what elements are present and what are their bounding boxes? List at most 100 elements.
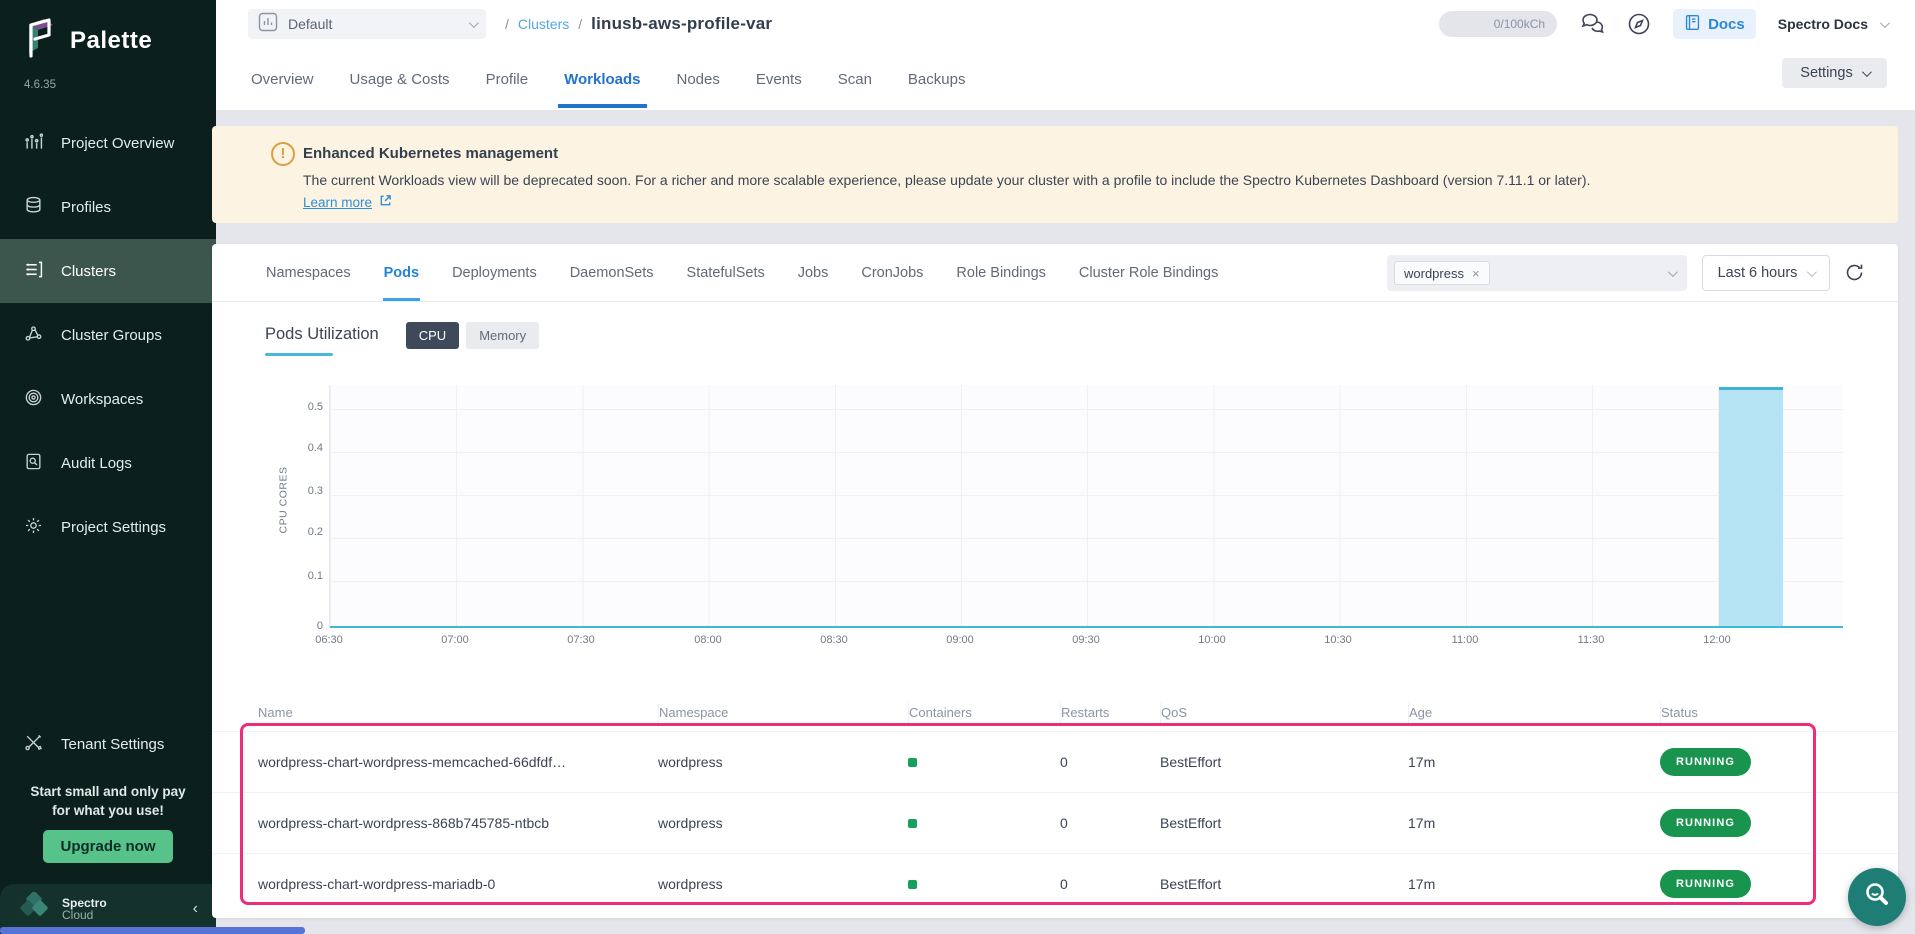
- chevron-down-icon: [1668, 267, 1678, 277]
- refresh-icon[interactable]: [1844, 262, 1865, 288]
- x-tick: 12:00: [1687, 634, 1747, 646]
- cluster-groups-icon: [24, 324, 43, 347]
- tools-icon: [24, 733, 43, 756]
- subtab-daemonsets[interactable]: DaemonSets: [569, 246, 655, 300]
- subtab-jobs[interactable]: Jobs: [797, 246, 830, 300]
- table-row-pod-mariadb[interactable]: wordpress-chart-wordpress-mariadb-0 word…: [212, 853, 1898, 914]
- status-badge-running: RUNNING: [1660, 809, 1751, 837]
- namespace-filter-select[interactable]: wordpress ×: [1387, 255, 1687, 291]
- cpu-utilization-chart[interactable]: [329, 385, 1843, 628]
- tab-overview[interactable]: Overview: [249, 51, 316, 108]
- subtab-statefulsets[interactable]: StatefulSets: [686, 246, 766, 300]
- time-range-value: Last 6 hours: [1718, 265, 1798, 281]
- chart-baseline-series: [330, 626, 1843, 628]
- tab-backups[interactable]: Backups: [906, 51, 968, 108]
- sidebar-collapse-chevron-icon[interactable]: ‹: [193, 900, 198, 918]
- tab-usage-costs[interactable]: Usage & Costs: [348, 51, 452, 108]
- memory-toggle-button[interactable]: Memory: [466, 322, 539, 349]
- tab-workloads[interactable]: Workloads: [562, 51, 642, 108]
- chevron-down-icon: [1807, 267, 1817, 277]
- settings-button[interactable]: Settings: [1782, 58, 1887, 88]
- x-tick: 11:30: [1561, 634, 1621, 646]
- workloads-card: Namespaces Pods Deployments DaemonSets S…: [212, 244, 1898, 918]
- col-header-qos: QoS: [1161, 705, 1187, 720]
- section-title: Pods Utilization: [265, 325, 379, 356]
- workspaces-icon: [24, 388, 43, 411]
- tab-profile[interactable]: Profile: [484, 51, 531, 108]
- subtab-role-bindings[interactable]: Role Bindings: [955, 246, 1046, 300]
- col-header-age: Age: [1409, 705, 1432, 720]
- spectro-cloud-wordmark: Spectro Cloud: [62, 897, 107, 921]
- sidebar-item-label: Audit Logs: [61, 455, 132, 472]
- workload-subtabs: Namespaces Pods Deployments DaemonSets S…: [212, 244, 1898, 302]
- table-row-pod-wordpress[interactable]: wordpress-chart-wordpress-868b745785-ntb…: [212, 792, 1898, 853]
- chart-spike-area: [1719, 387, 1783, 627]
- settings-button-label: Settings: [1800, 65, 1852, 81]
- x-tick: 08:30: [804, 634, 864, 646]
- pod-restarts: 0: [1060, 876, 1160, 892]
- sidebar-item-project-settings[interactable]: Project Settings: [0, 495, 216, 559]
- sidebar-item-clusters[interactable]: Clusters: [0, 239, 216, 303]
- table-row-pod-memcached[interactable]: wordpress-chart-wordpress-memcached-66df…: [212, 731, 1898, 792]
- sidebar-item-tenant-settings[interactable]: Tenant Settings: [0, 712, 216, 776]
- chat-bubbles-icon[interactable]: [1579, 12, 1605, 36]
- sidebar-item-profiles[interactable]: Profiles: [0, 175, 216, 239]
- tab-nodes[interactable]: Nodes: [675, 51, 722, 108]
- x-tick: 11:00: [1435, 634, 1495, 646]
- deprecation-banner: ! Enhanced Kubernetes management The cur…: [212, 126, 1898, 223]
- pod-namespace: wordpress: [658, 754, 908, 770]
- tab-events[interactable]: Events: [754, 51, 804, 108]
- magnifier-smile-icon: [1862, 880, 1892, 915]
- palette-app: Palette 4.6.35 Project Overview Profiles: [0, 0, 1915, 934]
- x-tick: 10:00: [1182, 634, 1242, 646]
- subtab-namespaces[interactable]: Namespaces: [265, 246, 352, 300]
- pod-restarts: 0: [1060, 754, 1160, 770]
- sidebar-item-project-overview[interactable]: Project Overview: [0, 111, 216, 175]
- pod-qos: BestEffort: [1160, 815, 1408, 831]
- breadcrumb: / Clusters / linusb-aws-profile-var: [505, 14, 772, 34]
- col-header-namespace: Namespace: [659, 705, 728, 720]
- filter-chip-wordpress: wordpress ×: [1394, 261, 1490, 285]
- status-badge-running: RUNNING: [1660, 748, 1751, 776]
- learn-more-label: Learn more: [303, 195, 372, 210]
- docs-menu-label: Spectro Docs: [1778, 16, 1868, 32]
- compass-icon[interactable]: [1627, 12, 1651, 36]
- pod-namespace: wordpress: [658, 815, 908, 831]
- brand-row: Palette: [0, 0, 216, 65]
- horizontal-scrollbar-thumb[interactable]: [0, 927, 305, 934]
- x-tick: 06:30: [299, 634, 359, 646]
- promo-text-line2: for what you use!: [0, 801, 216, 820]
- sidebar-item-workspaces[interactable]: Workspaces: [0, 367, 216, 431]
- sidebar-item-audit-logs[interactable]: Audit Logs: [0, 431, 216, 495]
- subtab-cronjobs[interactable]: CronJobs: [860, 246, 924, 300]
- sidebar-item-cluster-groups[interactable]: Cluster Groups: [0, 303, 216, 367]
- learn-more-link[interactable]: Learn more: [303, 194, 392, 210]
- subtab-pods[interactable]: Pods: [383, 246, 420, 300]
- chip-close-icon[interactable]: ×: [1472, 266, 1480, 281]
- sidebar-item-label: Clusters: [61, 263, 116, 280]
- time-range-dropdown[interactable]: Last 6 hours: [1702, 255, 1830, 291]
- docs-button[interactable]: Docs: [1673, 9, 1756, 39]
- tab-scan[interactable]: Scan: [836, 51, 874, 108]
- breadcrumb-link-clusters[interactable]: Clusters: [518, 16, 569, 32]
- subtab-cluster-role-bindings[interactable]: Cluster Role Bindings: [1078, 246, 1219, 300]
- status-badge-running: RUNNING: [1660, 870, 1751, 898]
- book-icon: [1684, 14, 1701, 35]
- project-selector-dropdown[interactable]: Default: [248, 9, 486, 39]
- sidebar-item-label: Project Settings: [61, 519, 166, 536]
- table-header-row: Name Namespace Containers Restarts QoS A…: [212, 695, 1898, 731]
- upgrade-now-button[interactable]: Upgrade now: [43, 830, 172, 863]
- col-header-status: Status: [1661, 705, 1698, 720]
- y-tick: 0.5: [283, 401, 323, 413]
- subtab-deployments[interactable]: Deployments: [451, 246, 538, 300]
- top-header: Default / Clusters / linusb-aws-profile-…: [216, 0, 1915, 110]
- pods-table: Name Namespace Containers Restarts QoS A…: [212, 695, 1898, 914]
- help-search-fab[interactable]: [1848, 868, 1906, 926]
- cluster-name-title: linusb-aws-profile-var: [591, 14, 772, 34]
- cpu-toggle-button[interactable]: CPU: [406, 322, 459, 349]
- docs-menu-dropdown[interactable]: Spectro Docs: [1778, 16, 1887, 32]
- pod-name: wordpress-chart-wordpress-memcached-66df…: [258, 754, 658, 770]
- pod-name: wordpress-chart-wordpress-mariadb-0: [258, 876, 658, 892]
- banner-title: Enhanced Kubernetes management: [303, 145, 558, 162]
- pod-age: 17m: [1408, 754, 1660, 770]
